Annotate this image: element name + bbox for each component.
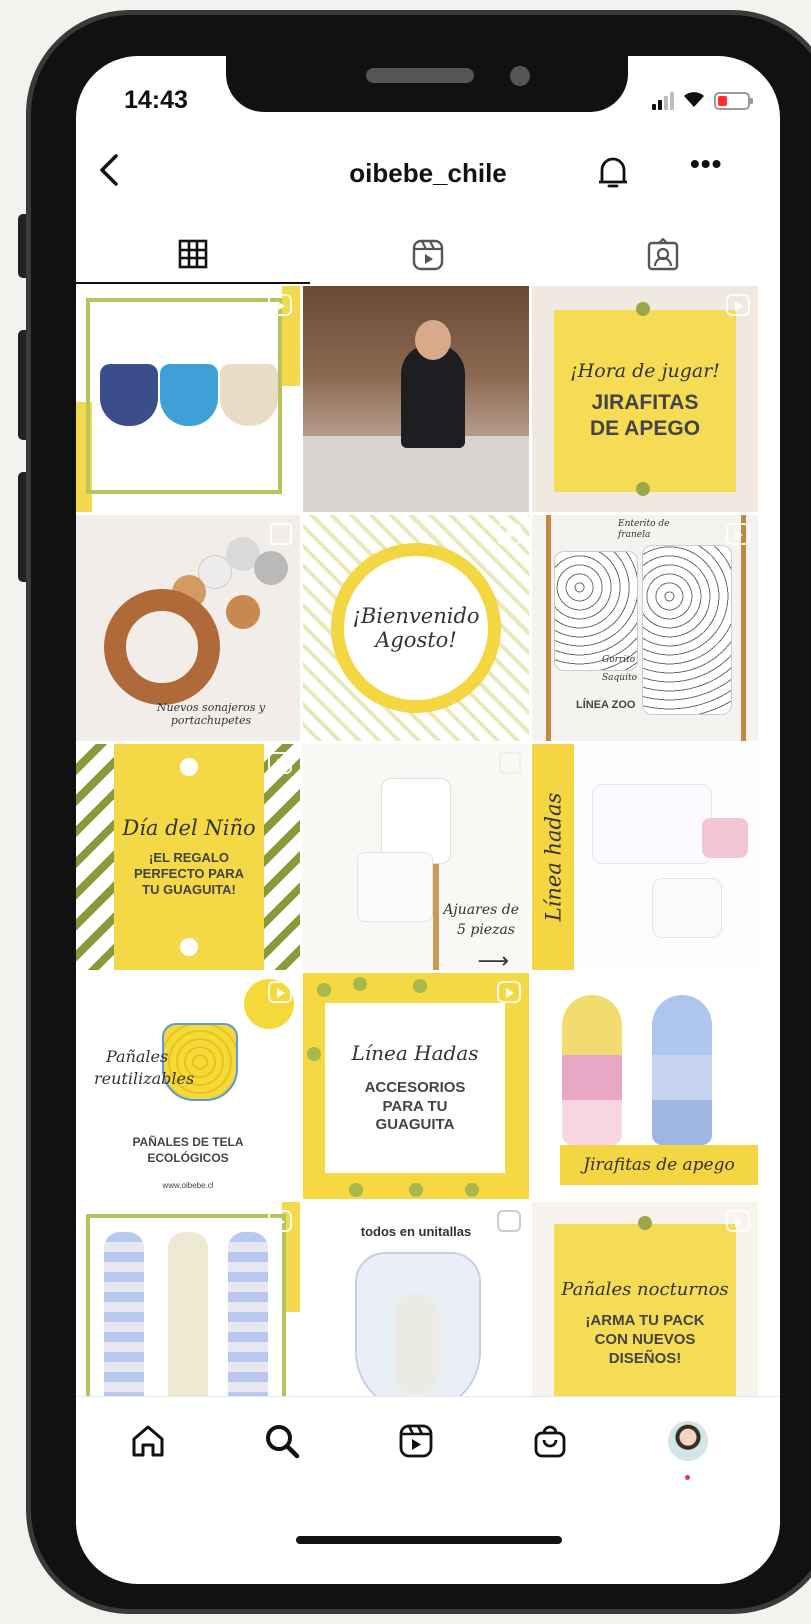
battery-icon — [714, 92, 753, 110]
post-tile[interactable]: Enterito de franela Gorrito Saquito LÍNE… — [532, 515, 758, 741]
post-text: JIRAFITAS — [591, 390, 699, 414]
post-text: PERFECTO PARA — [133, 865, 245, 881]
shop-icon — [534, 1425, 566, 1458]
post-text: DE APEGO — [589, 417, 701, 440]
reel-icon — [268, 1210, 292, 1232]
post-text: Gorrito — [602, 655, 636, 665]
post-text: Saquito — [602, 673, 638, 683]
post-text: franela — [618, 530, 651, 540]
tab-reels[interactable] — [311, 226, 545, 284]
home-indicator — [296, 1536, 562, 1544]
reel-icon — [268, 981, 292, 1003]
post-text: ACCESORIOS — [364, 1078, 466, 1096]
post-text: CON NUEVOS — [594, 1331, 696, 1349]
post-text: Pañales nocturnos — [561, 1279, 729, 1301]
post-text: TU GUAGUITA! — [142, 882, 236, 898]
reel-icon — [268, 752, 292, 774]
posts-grid: ¡Hora de jugar! JIRAFITAS DE APEGO Nuevo… — [76, 286, 780, 1428]
post-text: ¡Bienvenido — [352, 604, 480, 628]
phone-screen: 14:43 oibebe_chile ••• ¡Hora de jugar! J… — [76, 56, 780, 1584]
post-text: Enterito de — [618, 519, 670, 529]
post-tile[interactable]: ¡Hora de jugar! JIRAFITAS DE APEGO — [532, 286, 758, 512]
post-text: todos en unitallas — [360, 1224, 472, 1239]
home-icon — [132, 1425, 164, 1457]
notification-dot — [685, 1475, 690, 1480]
status-icons — [652, 90, 753, 112]
post-tile[interactable]: Pañales nocturnos ¡ARMA TU PACK CON NUEV… — [532, 1202, 758, 1428]
post-tile[interactable] — [76, 1202, 300, 1428]
post-text: Nuevos sonajeros y portachupetes — [156, 701, 266, 727]
post-text: Línea hadas — [541, 792, 566, 922]
nav-home[interactable] — [126, 1419, 170, 1463]
signal-icon — [652, 92, 674, 110]
post-text: GUAGUITA — [375, 1116, 455, 1134]
reel-icon — [497, 523, 521, 545]
wifi-icon — [682, 90, 706, 112]
search-icon — [266, 1425, 300, 1459]
post-tile[interactable] — [303, 286, 529, 512]
nav-profile[interactable] — [666, 1419, 710, 1463]
reel-icon — [726, 752, 750, 774]
reel-icon — [726, 1210, 750, 1232]
post-text: www.oibebe.cl — [162, 1181, 214, 1190]
nav-shop[interactable] — [528, 1419, 572, 1463]
post-tile[interactable]: Línea Hadas ACCESORIOS PARA TU GUAGUITA — [303, 973, 529, 1199]
post-tile[interactable]: Día del Niño ¡EL REGALO PERFECTO PARA TU… — [76, 744, 300, 970]
post-text: ¡Hora de jugar! — [570, 359, 720, 382]
reel-icon — [726, 981, 750, 1003]
bell-icon[interactable] — [596, 152, 630, 197]
profile-header: oibebe_chile ••• — [76, 144, 780, 208]
post-text: Pañales — [106, 1047, 169, 1066]
post-tile[interactable]: Jirafitas de apego — [532, 973, 758, 1199]
post-text: Día del Niño — [122, 815, 256, 840]
post-text: ¡EL REGALO — [149, 849, 229, 865]
bottom-nav — [76, 1396, 780, 1496]
post-text: LÍNEA ZOO — [576, 699, 636, 711]
nav-search[interactable] — [260, 1419, 304, 1463]
post-text: PAÑALES DE TELA — [132, 1135, 244, 1149]
post-tile[interactable]: ¡Bienvenido Agosto! — [303, 515, 529, 741]
post-text: Ajuares de — [443, 902, 519, 918]
reel-icon — [726, 294, 750, 316]
profile-username: oibebe_chile — [349, 158, 507, 188]
tagged-icon — [647, 238, 679, 271]
profile-tabs — [76, 226, 780, 286]
post-tile[interactable]: todos en unitallas — [303, 1202, 529, 1428]
status-time: 14:43 — [124, 86, 188, 114]
post-tile[interactable]: Ajuares de 5 piezas ⟶ — [303, 744, 529, 970]
profile-avatar — [668, 1421, 708, 1461]
post-text: reutilizables — [94, 1069, 195, 1088]
more-options-icon[interactable]: ••• — [690, 148, 722, 180]
post-text: Jirafitas de apego — [583, 1155, 735, 1175]
tab-grid[interactable] — [76, 226, 310, 284]
nav-reels[interactable] — [394, 1419, 438, 1463]
carousel-icon — [270, 523, 292, 545]
grid-icon — [178, 239, 208, 269]
post-text: DISEÑOS! — [608, 1349, 682, 1367]
reels-icon — [412, 239, 444, 271]
post-text: PARA TU — [382, 1097, 448, 1115]
reel-icon — [726, 523, 750, 545]
tab-tagged[interactable] — [546, 226, 780, 284]
post-tile[interactable]: Línea hadas — [532, 744, 758, 970]
reels-icon — [399, 1424, 433, 1458]
post-text: Agosto! — [375, 628, 457, 652]
post-tile[interactable]: Nuevos sonajeros y portachupetes — [76, 515, 300, 741]
post-text: ECOLÓGICOS — [147, 1151, 229, 1165]
reel-icon — [268, 294, 292, 316]
post-tile[interactable]: Pañales reutilizables PAÑALES DE TELA EC… — [76, 973, 300, 1199]
post-text: ¡ARMA TU PACK — [585, 1312, 705, 1330]
post-text: 5 piezas — [457, 922, 515, 938]
post-tile[interactable] — [76, 286, 300, 512]
phone-notch — [226, 56, 628, 112]
reel-icon — [497, 981, 521, 1003]
carousel-icon — [499, 752, 521, 774]
reel-icon — [497, 1210, 521, 1232]
post-text: Línea Hadas — [351, 1040, 479, 1065]
